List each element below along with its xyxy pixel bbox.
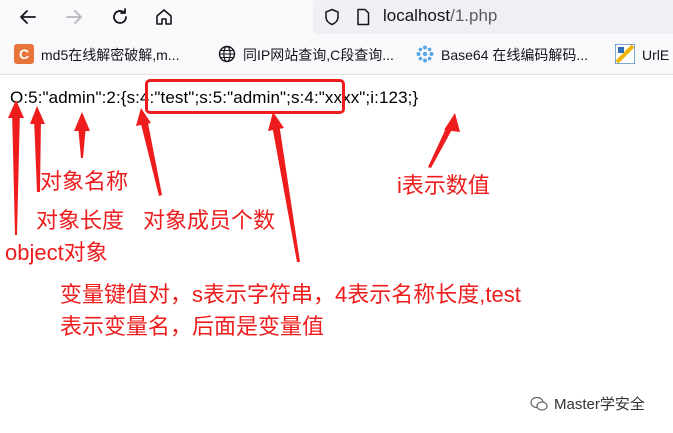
arrow-member-count xyxy=(136,108,162,196)
arrow-object xyxy=(8,100,24,235)
annotation-key-value-line1: 变量键值对，s表示字符串，4表示名称长度,test xyxy=(60,282,521,307)
annotation-class-name-length: 对象长度 xyxy=(36,208,125,233)
annotation-object: object对象 xyxy=(5,240,108,265)
annotation-int-type: i表示数值 xyxy=(397,173,490,198)
arrow-int xyxy=(428,113,460,168)
wechat-icon xyxy=(530,396,548,411)
arrow-name xyxy=(74,112,90,158)
arrow-key-value xyxy=(268,112,300,262)
annotation-class-name: 对象名称 xyxy=(40,169,129,194)
annotation-member-count: 对象成员个数 xyxy=(143,208,276,233)
annotation-key-value-line2: 表示变量名，后面是变量值 xyxy=(60,314,325,339)
watermark: Master学安全 xyxy=(530,393,645,414)
watermark-text: Master学安全 xyxy=(554,396,645,413)
